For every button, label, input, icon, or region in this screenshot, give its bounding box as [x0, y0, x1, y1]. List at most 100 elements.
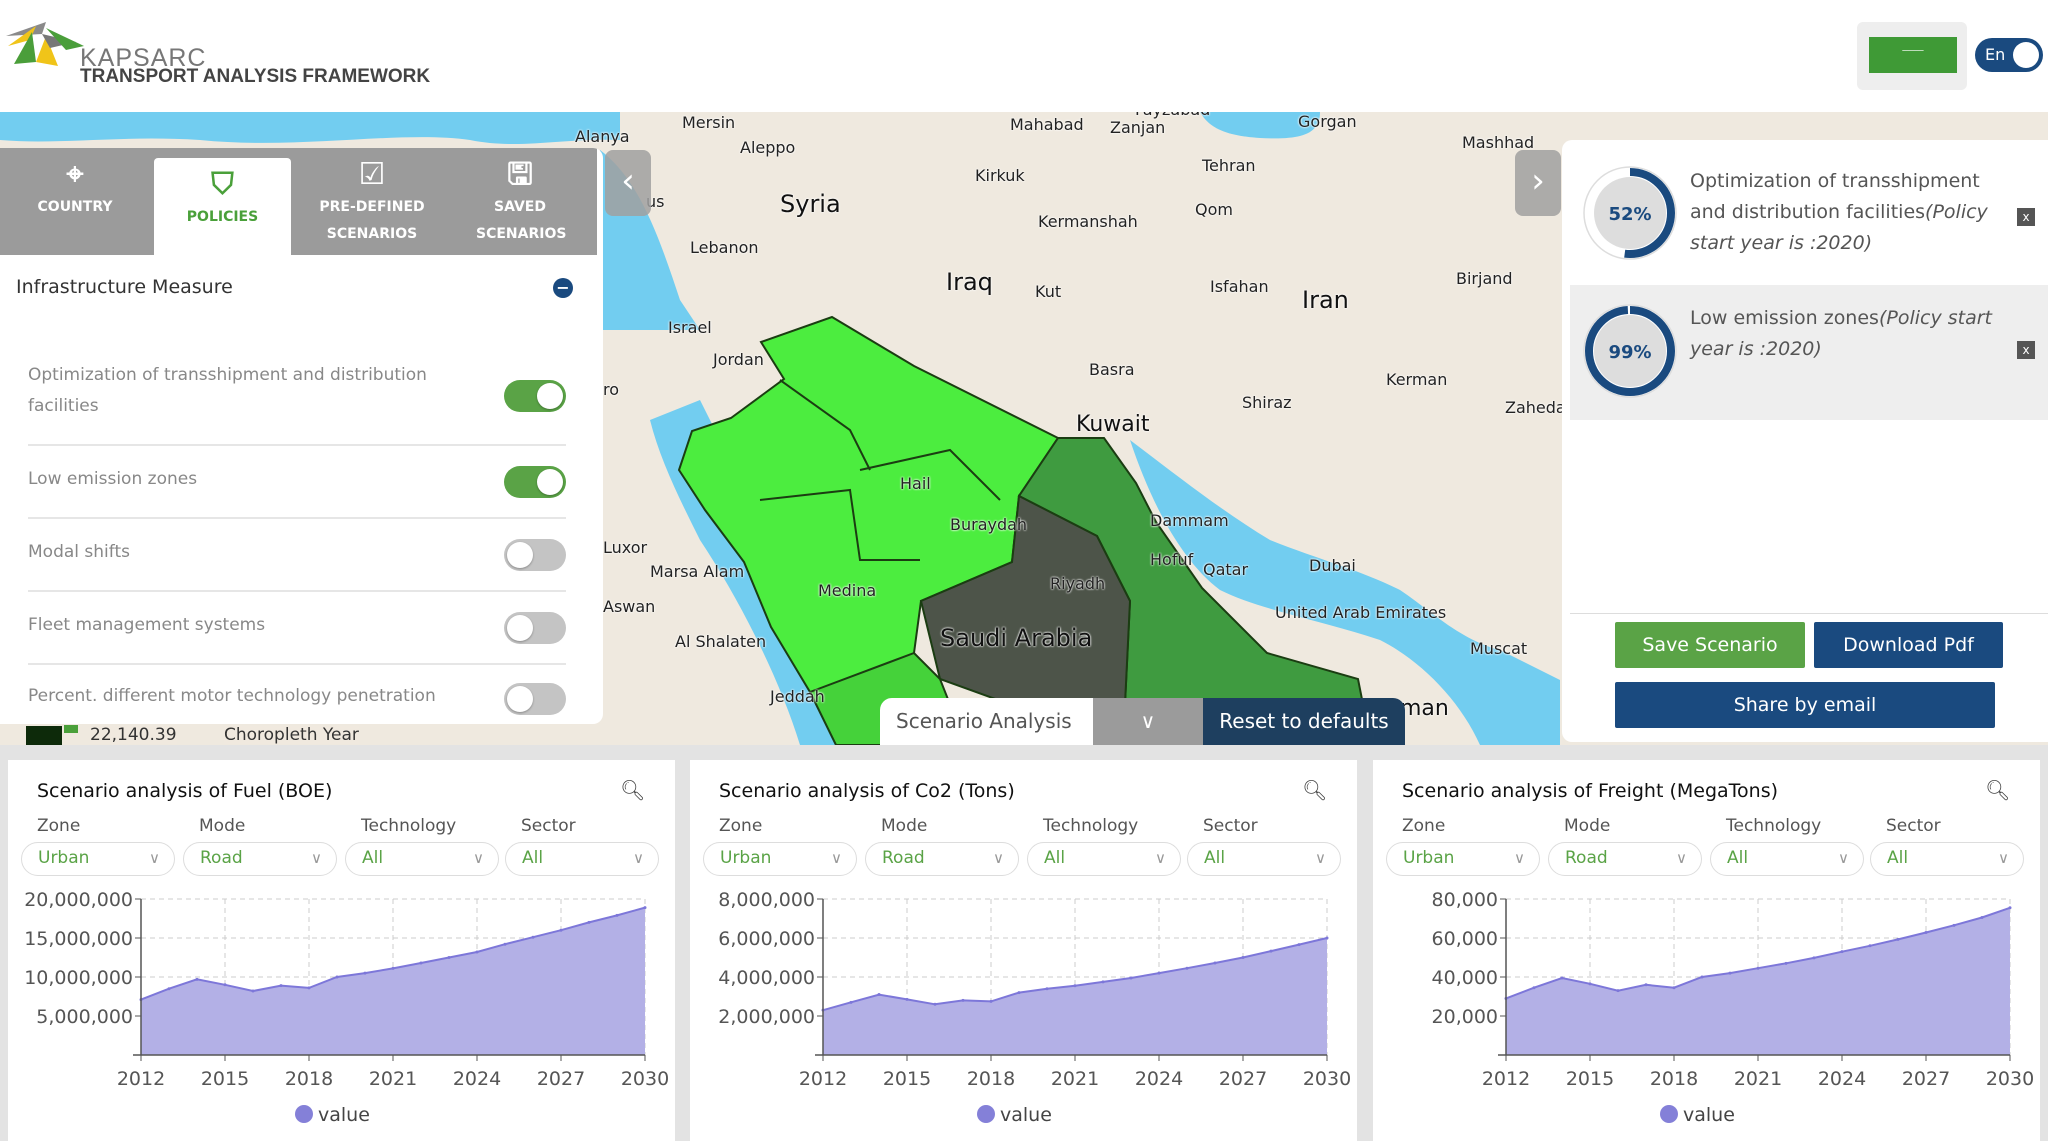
chevron-left-icon[interactable]: ‹ — [605, 150, 651, 216]
y-tick-label: 80,000 — [1432, 889, 1498, 911]
download-pdf-button[interactable]: Download Pdf — [1814, 622, 2003, 668]
remove-policy-button[interactable]: x — [2017, 341, 2035, 359]
map-label: Kirkuk — [975, 166, 1025, 185]
panel-tabs: ⌖ COUNTRY ⛉ POLICIES ☑ PRE-DEFINED SCENARIO… — [0, 148, 597, 255]
policy-toggle[interactable] — [504, 683, 566, 715]
tab-pre-defined-scenarios[interactable]: ☑ PRE-DEFINED SCENARIOS — [298, 148, 446, 255]
app-header: KAPSARC TRANSPORT ANALYSIS FRAMEWORK ⸻ E… — [0, 0, 2048, 112]
collapse-left-arrow[interactable]: ‹ — [605, 150, 651, 216]
map-label: Saudi Arabia — [940, 624, 1093, 652]
map-label: Fayzabad — [1135, 112, 1210, 119]
map-label: United Arab Emirates — [1275, 603, 1447, 622]
y-tick-label: 8,000,000 — [718, 889, 815, 911]
x-tick-label: 2018 — [1650, 1068, 1698, 1090]
data-point — [1101, 980, 1105, 984]
save-scenario-button[interactable]: Save Scenario — [1615, 622, 1805, 668]
policy-toggle[interactable] — [504, 539, 566, 571]
remove-policy-button[interactable]: x — [2017, 208, 2035, 226]
data-point — [447, 956, 451, 959]
collapse-right-arrow[interactable]: › — [1515, 150, 1561, 216]
data-point — [1588, 982, 1592, 986]
map-label: Qatar — [1203, 560, 1249, 579]
x-tick-label: 2027 — [1219, 1068, 1267, 1090]
data-point — [1644, 983, 1648, 987]
language-label: En — [1985, 45, 2006, 64]
legend-value: 22,140.39 — [90, 725, 177, 745]
data-point — [503, 942, 507, 946]
map-label: Kerman — [1386, 370, 1448, 389]
tab-country[interactable]: ⌖ COUNTRY — [0, 148, 150, 255]
scenario-dropdown-chevron-icon[interactable]: ∨ — [1093, 698, 1203, 745]
chart-card: Scenario analysis of Freight (MegaTons) 🔍… — [1373, 760, 2040, 1141]
x-tick-label: 2024 — [1818, 1068, 1866, 1090]
language-flag-button[interactable]: ⸻ — [1857, 22, 1967, 90]
data-point — [531, 935, 535, 939]
tab-saved-scenarios[interactable]: 🖫 SAVED SCENARIOS — [446, 148, 594, 255]
data-point — [1269, 949, 1273, 953]
data-point — [279, 984, 283, 988]
scenario-analysis-label: Scenario Analysis — [880, 698, 1093, 745]
tab-policies[interactable]: ⛉ POLICIES — [154, 158, 291, 255]
data-point — [1297, 943, 1301, 947]
map-label: man — [1400, 696, 1449, 721]
x-tick-label: 2021 — [1051, 1068, 1099, 1090]
data-point — [1325, 936, 1329, 940]
reset-to-defaults-button[interactable]: Reset to defaults — [1203, 698, 1405, 745]
policy-toggle[interactable] — [504, 466, 566, 498]
x-tick-label: 2015 — [883, 1068, 931, 1090]
map-label: Kuwait — [1076, 412, 1150, 437]
chart-card: Scenario analysis of Fuel (BOE) 🔍︎ Zone Urb… — [8, 760, 675, 1141]
y-tick-label: 15,000,000 — [24, 928, 133, 950]
legend-title: Choropleth Year — [224, 725, 359, 745]
data-point — [1672, 986, 1676, 990]
selected-policies-panel: 52% Optimization of transshipment and di… — [1562, 140, 2048, 742]
map-label: Mahabad — [1010, 115, 1084, 134]
language-toggle[interactable]: En — [1975, 38, 2043, 72]
y-tick-label: 40,000 — [1432, 967, 1498, 989]
data-point — [1185, 966, 1189, 970]
y-tick-label: 6,000,000 — [718, 928, 815, 950]
data-point — [1924, 931, 1928, 935]
map-label: Muscat — [1470, 639, 1528, 658]
map-label: Isfahan — [1210, 277, 1269, 296]
policy-row: Percent. different motor technology pene… — [28, 665, 566, 724]
x-tick-label: 2027 — [1902, 1068, 1950, 1090]
policy-row: Modal shifts — [28, 519, 566, 592]
percent-label: 99% — [1608, 342, 1651, 363]
data-point — [877, 993, 881, 997]
policy-panel: ⌖ COUNTRY ⛉ POLICIES ☑ PRE-DEFINED SCENARIO… — [0, 148, 603, 724]
map-label: Shiraz — [1242, 393, 1292, 412]
shield-check-icon: ⛉ — [211, 167, 234, 202]
data-point — [167, 987, 171, 991]
percent-label: 52% — [1608, 204, 1651, 225]
map-label: Alanya — [575, 127, 630, 146]
policy-row: Fleet management systems — [28, 592, 566, 665]
map-label: Zanjan — [1110, 118, 1166, 137]
data-point — [1980, 916, 1984, 920]
data-point — [1896, 937, 1900, 941]
policy-toggle[interactable] — [504, 612, 566, 644]
data-point — [1560, 976, 1564, 980]
x-tick-label: 2030 — [1303, 1068, 1351, 1090]
data-point — [1157, 971, 1161, 975]
map-label: Kut — [1035, 282, 1062, 301]
map-label: Iran — [1302, 286, 1349, 314]
map-label: Hail — [900, 474, 931, 493]
map-label: Birjand — [1456, 269, 1513, 288]
chevron-right-icon[interactable]: › — [1515, 150, 1561, 216]
data-point — [1532, 986, 1536, 990]
policy-toggle[interactable] — [504, 380, 566, 412]
data-point — [1129, 976, 1133, 980]
selected-policy: 52% Optimization of transshipment and di… — [1562, 140, 2048, 285]
data-point — [1700, 975, 1704, 979]
data-point — [195, 977, 199, 981]
map-label: Mersin — [682, 113, 736, 132]
map-label: Tehran — [1202, 156, 1256, 175]
data-point — [1868, 944, 1872, 948]
data-point — [391, 966, 395, 970]
chart-card: Scenario analysis of Co2 (Tons) 🔍︎ Zone Urb… — [690, 760, 1357, 1141]
x-tick-label: 2012 — [1482, 1068, 1530, 1090]
data-point — [1073, 984, 1077, 988]
share-by-email-button[interactable]: Share by email — [1615, 682, 1995, 728]
collapse-section-button[interactable]: − — [553, 278, 573, 298]
